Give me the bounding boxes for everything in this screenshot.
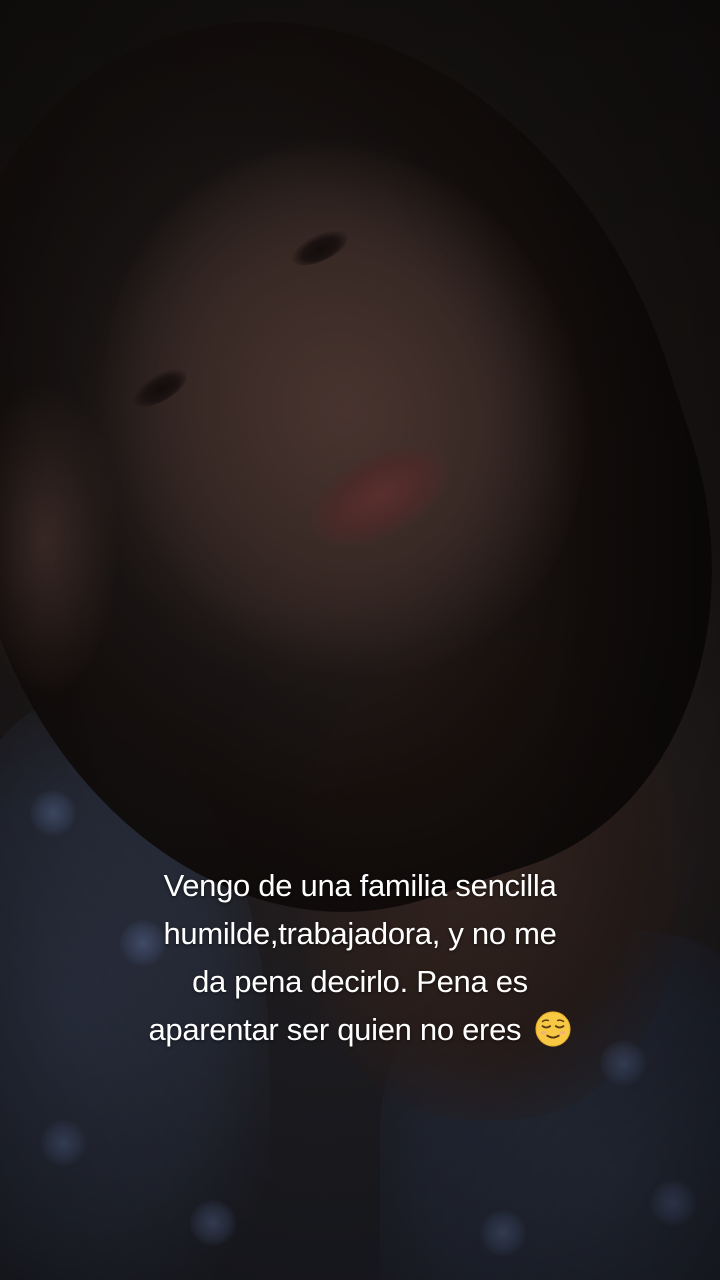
relieved-face-emoji-icon [534, 1011, 571, 1047]
caption-text: Vengo de una familia sencilla humilde,tr… [60, 862, 660, 1054]
photo-frame: Vengo de una familia sencilla humilde,tr… [0, 0, 720, 1280]
caption-line-last: aparentar ser quien no eres [60, 1006, 660, 1054]
caption-line: humilde,trabajadora, y no me [163, 916, 557, 951]
caption-line: aparentar ser quien no eres [148, 1012, 522, 1047]
caption-line: da pena decirlo. Pena es [192, 964, 528, 999]
caption-line: Vengo de una familia sencilla [163, 868, 557, 903]
vignette-overlay [0, 0, 720, 1280]
